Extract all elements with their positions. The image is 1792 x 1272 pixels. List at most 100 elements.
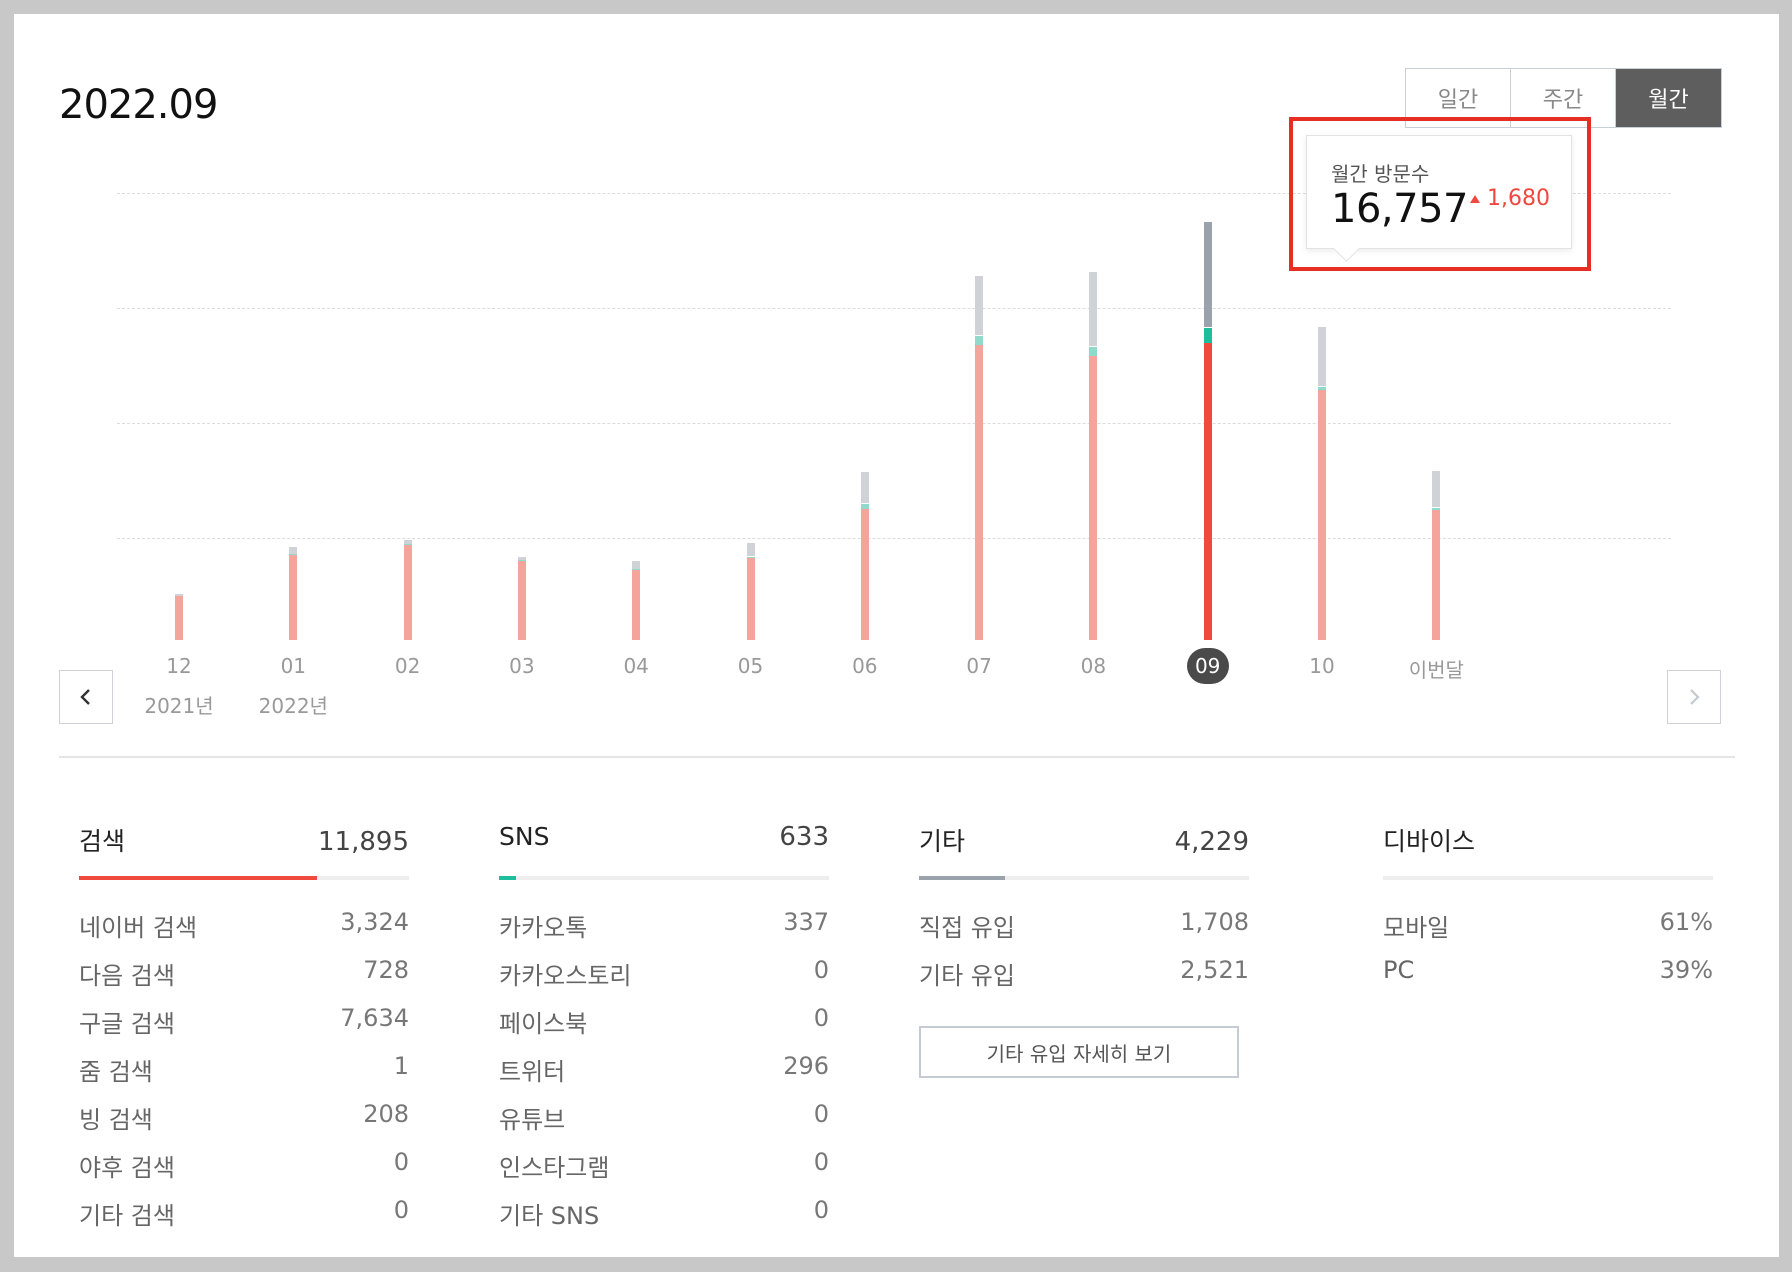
chart-bar-segment <box>1089 347 1098 357</box>
chart-bar-segment <box>860 471 869 503</box>
stat-row: 모바일 61% <box>1383 908 1713 956</box>
chart-bar-segment <box>1432 470 1441 507</box>
chart-month-label[interactable]: 12 <box>134 654 224 678</box>
stats-device-header: 디바이스 <box>1383 822 1713 858</box>
stat-row-label: 기타 검색 <box>79 1202 175 1230</box>
stat-row: 카카오스토리 0 <box>499 956 829 1004</box>
stat-row-label: 트위터 <box>499 1058 566 1086</box>
chart-bar-segment <box>1318 387 1326 390</box>
chart-month-label[interactable]: 05 <box>706 654 796 678</box>
chart-month-label[interactable]: 08 <box>1048 654 1138 678</box>
next-period-button[interactable] <box>1667 670 1721 724</box>
chart-bar[interactable] <box>1203 221 1212 640</box>
stat-row-label: 페이스북 <box>499 1010 588 1038</box>
stats-etc-header: 기타 4,229 <box>919 822 1249 858</box>
chart-bar-segment <box>289 547 298 554</box>
stats-etc: 기타 4,229 직접 유입 1,708 기타 유입 2,521 기타 유입 자세히 … <box>919 822 1249 1078</box>
chart-bar-segment <box>746 556 755 558</box>
chart-bar-segment <box>975 276 984 335</box>
stats-sns-title: SNS <box>499 822 550 851</box>
chart-bar-segment <box>517 561 526 640</box>
chart-month-label[interactable]: 이번달 <box>1391 654 1481 683</box>
chart-bar-segment <box>403 540 412 544</box>
chart-bar[interactable] <box>1432 470 1441 640</box>
chart-bar-segment <box>632 561 641 569</box>
stat-row: 기타 검색 0 <box>79 1196 409 1244</box>
chart-month-label[interactable]: 03 <box>477 654 567 678</box>
stats-search-header: 검색 11,895 <box>79 822 409 858</box>
stat-row: 기타 SNS 0 <box>499 1196 829 1244</box>
chart-bar-segment <box>1432 510 1441 640</box>
grid-line <box>117 308 1671 309</box>
stat-row-label: 줌 검색 <box>79 1058 153 1086</box>
chart-bar[interactable] <box>1089 271 1098 640</box>
chart-bar-segment <box>175 596 183 640</box>
stat-row-value: 296 <box>783 1052 829 1080</box>
chart-bar[interactable] <box>289 546 298 640</box>
chart-bar[interactable] <box>517 556 526 640</box>
chart-month-label[interactable]: 02 <box>363 654 453 678</box>
chart-month-label-selected[interactable]: 09 <box>1186 648 1229 684</box>
stat-row-value: 0 <box>813 1004 829 1032</box>
stat-row-value: 728 <box>363 956 409 984</box>
stat-row-label: 다음 검색 <box>79 962 175 990</box>
stat-row-value: 61% <box>1659 908 1713 936</box>
chart-bar[interactable] <box>632 560 641 640</box>
prev-period-button[interactable] <box>59 670 113 724</box>
chart-bar-segment <box>289 554 298 555</box>
chart-bar-segment <box>632 569 641 570</box>
tab-monthly[interactable]: 월간 <box>1616 69 1721 127</box>
stat-row-value: 208 <box>363 1100 409 1128</box>
chart-bar[interactable] <box>975 275 984 640</box>
stats-search-title: 검색 <box>79 827 126 856</box>
chart-month-label[interactable]: 04 <box>591 654 681 678</box>
stat-row-value: 337 <box>783 908 829 936</box>
stats-sns-total: 633 <box>779 822 829 852</box>
stat-row: 유튜브 0 <box>499 1100 829 1148</box>
chart-bar-segment <box>1089 272 1098 347</box>
chart-month-label[interactable]: 06 <box>820 654 910 678</box>
stats-etc-total: 4,229 <box>1174 827 1249 857</box>
stat-row: 다음 검색 728 <box>79 956 409 1004</box>
highlight-box <box>1289 117 1591 271</box>
chart-bar-segment <box>632 570 641 640</box>
chart-bar-segment <box>289 555 298 640</box>
stat-row-label: 모바일 <box>1383 914 1450 942</box>
stats-sns-bar-fill <box>499 876 516 880</box>
stats-etc-bar-fill <box>919 876 1005 880</box>
chart-bar-segment <box>403 544 412 545</box>
chart-bar-segment <box>1203 327 1212 343</box>
stats-etc-title: 기타 <box>919 827 966 856</box>
stat-row: 네이버 검색 3,324 <box>79 908 409 956</box>
chart-bar-segment <box>746 557 755 640</box>
etc-detail-button[interactable]: 기타 유입 자세히 보기 <box>919 1026 1239 1078</box>
stat-row: PC 39% <box>1383 956 1713 1004</box>
stat-row-label: 카카오톡 <box>499 914 588 942</box>
stat-row-value: 0 <box>813 1100 829 1128</box>
chart-bar-segment <box>746 543 755 556</box>
chart-bar-segment <box>860 508 869 640</box>
chart-month-label[interactable]: 10 <box>1277 654 1367 678</box>
stats-device-bar <box>1383 876 1713 880</box>
chart-bar[interactable] <box>860 471 869 640</box>
chart-bar[interactable] <box>746 542 755 640</box>
stat-row-value: 1 <box>393 1052 409 1080</box>
stat-row-label: 직접 유입 <box>919 914 1015 942</box>
stat-row-label: 기타 유입 <box>919 962 1015 990</box>
stats-etc-bar <box>919 876 1249 880</box>
chart-month-label[interactable]: 01 <box>248 654 338 678</box>
chart-bar[interactable] <box>403 539 412 640</box>
chart-bar-segment <box>1318 390 1326 640</box>
stat-row: 기타 유입 2,521 <box>919 956 1249 1004</box>
chart-bar[interactable] <box>175 593 183 640</box>
chart-bar[interactable] <box>1318 326 1326 640</box>
chart-bar-segment <box>517 557 526 560</box>
stat-row-label: 빙 검색 <box>79 1106 153 1134</box>
stat-row: 카카오톡 337 <box>499 908 829 956</box>
chart-month-label[interactable]: 07 <box>934 654 1024 678</box>
chart-bar-segment <box>1432 508 1441 510</box>
stats-card: 2022.09 일간 주간 월간 12 2021년 01 2022년 02 03 04 05 0… <box>14 14 1779 1257</box>
chart-bar-segment <box>403 545 412 640</box>
stat-row-value: 0 <box>813 1196 829 1224</box>
stats-search: 검색 11,895 네이버 검색 3,324 다음 검색 728 구글 검색 7,634 줌… <box>79 822 409 1244</box>
